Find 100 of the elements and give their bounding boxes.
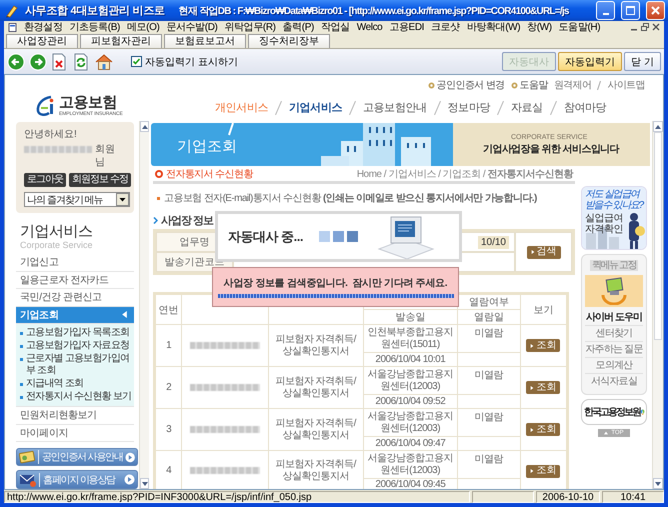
nav-link[interactable]: 기업서비스 [289, 100, 342, 115]
login-button[interactable]: 회원정보 수정 [69, 173, 131, 187]
table-cell: 피보험자 자격취득/상실확인통지서 [268, 408, 363, 450]
table-cell: 서울강남종합고용지원센터(12003) [363, 366, 458, 394]
status-field [472, 491, 534, 503]
utility-link[interactable]: 원격제어 [554, 78, 592, 92]
table-cell: 피보험자 자격취득/상실확인통지서 [268, 366, 363, 408]
view-button[interactable]: 조회 [526, 381, 560, 394]
back-button[interactable] [7, 52, 25, 70]
top-link[interactable]: 도움말 [520, 78, 548, 92]
dot-icon [510, 82, 518, 88]
quick-link[interactable]: 자주하는 질문 [585, 341, 643, 357]
checkbox[interactable] [131, 56, 142, 67]
login-button[interactable]: 로그아웃 [24, 173, 66, 187]
banner-title: 기업조회 [177, 137, 237, 156]
menu-item[interactable]: 작업실 [320, 22, 350, 32]
close-button[interactable] [646, 1, 665, 20]
restore-icon[interactable] [641, 23, 649, 31]
submenu-item[interactable]: 고용보험가입자 자료요청 [26, 340, 130, 352]
section-title: 기업서비스 [20, 223, 94, 240]
triangle-icon [530, 386, 534, 390]
refresh-icon [73, 52, 89, 70]
scroll-up-button[interactable] [653, 121, 663, 132]
quick-link[interactable]: 센터찾기 [585, 325, 643, 341]
table-cell: 서울강남종합고용지원센터(12003) [363, 450, 458, 478]
status-date: 2006-10-10 [536, 491, 600, 503]
redacted-name [24, 146, 92, 153]
search-button[interactable]: 검색 [526, 246, 560, 258]
forward-button[interactable] [29, 52, 47, 70]
ad-banner[interactable]: 저도 실업급여 받을수 있나요? 실업급여 자격확인 [581, 186, 647, 250]
menu-item[interactable]: 위탁업무(R) [224, 22, 276, 32]
triangle-icon [530, 344, 534, 348]
nav-link[interactable]: 참여마당 [564, 100, 606, 115]
menu-item[interactable]: 도움말(H) [558, 22, 600, 32]
table-cell: 1 [154, 324, 182, 366]
top-link[interactable]: 공인인증서 변경 [436, 78, 505, 92]
menu-item[interactable]: 환경설정 [24, 22, 62, 32]
quick-link[interactable]: 모의계산 [585, 357, 643, 373]
minimize-button[interactable] [596, 1, 615, 20]
menu-item[interactable]: 출력(P) [282, 22, 314, 32]
section-subtitle: Corporate Service [20, 240, 94, 250]
bullet-icon [20, 396, 23, 400]
home-button[interactable] [95, 52, 113, 70]
tab[interactable]: 피보험자관리 [80, 34, 162, 48]
sidebar-item[interactable]: 일용근로자 전자카드 [16, 272, 134, 290]
bullet-icon [20, 332, 23, 336]
scrollbar[interactable] [139, 121, 149, 489]
scroll-down-button[interactable] [140, 478, 149, 489]
sidebar-item[interactable]: 기업신고 [16, 254, 134, 272]
view-button[interactable]: 조회 [526, 423, 560, 436]
column-header: 연번 [154, 294, 182, 324]
triangle-icon [530, 250, 534, 254]
scroll-thumb[interactable] [654, 132, 662, 340]
notice-text: 고용보험 전자(E-mail)통지서 수신현황 (인쇄는 이메일로 받으신 통지서에서만 가능합니다.) [164, 192, 537, 205]
scrollbar[interactable] [652, 121, 663, 489]
partner-badge[interactable]: 한국고용정보원 [581, 399, 647, 425]
helper-title: 사이버 도우미 [586, 311, 642, 324]
menu-item[interactable]: 크로샷 [431, 22, 460, 32]
document-x-icon [51, 52, 67, 70]
progress-squares-icon [318, 231, 359, 242]
sidebar-item[interactable]: 기업조회 [16, 306, 134, 324]
menu-item[interactable]: 창(W) [527, 22, 552, 32]
toolbar-button[interactable]: 닫 기 [624, 52, 661, 71]
submenu-item[interactable]: 지급내역 조회 [26, 378, 84, 390]
sidebar-item[interactable]: 마이페이지 [16, 424, 134, 442]
up-arrow-icon [142, 124, 148, 130]
view-button[interactable]: 조회 [526, 339, 560, 352]
scroll-down-button[interactable] [653, 478, 663, 489]
logo-name: 고용보험 [59, 95, 118, 111]
view-button[interactable]: 조회 [526, 464, 560, 478]
menu-item[interactable]: 기초등록(B) [69, 22, 120, 32]
utility-link[interactable]: 사이트맵 [607, 78, 645, 92]
maximize-button[interactable] [621, 1, 640, 20]
submenu-item[interactable]: 근로자별 고용보험가입여부 조회 [26, 353, 132, 378]
close-icon[interactable] [652, 23, 660, 31]
nav-link[interactable]: 정보마당 [448, 100, 490, 115]
nav-link[interactable]: 자료실 [511, 100, 543, 115]
tab[interactable]: 보험료보고서 [164, 34, 246, 48]
menu-item[interactable]: Welco [356, 22, 382, 32]
envelope-icon [19, 472, 37, 487]
table-cell: 2006/10/04 09:52 [363, 394, 458, 408]
tab[interactable]: 징수처리장부 [248, 34, 330, 48]
quick-link[interactable]: 서식자료실 [585, 373, 643, 389]
menu-item[interactable]: 고용EDI [389, 22, 424, 32]
bullet-icon [157, 196, 160, 200]
redacted-name [190, 467, 260, 474]
member-suffix: 회원님 [95, 143, 116, 169]
favorites-dropdown[interactable]: 나의 즐겨찾기 메뉴 [24, 192, 130, 207]
scroll-up-button[interactable] [140, 121, 149, 132]
toolbar-button[interactable]: 자동입력기 [558, 52, 622, 71]
tab[interactable]: 사업장관리 [6, 34, 78, 48]
sidebar-item[interactable]: 민원처리현황보기 [16, 407, 134, 425]
menu-item[interactable]: 문서수발(D) [166, 22, 218, 32]
table-cell: 서울강남종합고용지원센터(12003) [363, 408, 458, 436]
menu-item[interactable]: 바탕확대(W) [466, 22, 520, 32]
menu-item[interactable]: 메모(O) [126, 22, 160, 32]
nav-link[interactable]: 고용보험안내 [363, 100, 427, 115]
submenu-item[interactable]: 고용보험가입자 목록조회 [26, 327, 130, 340]
submenu-item[interactable]: 전자통지서 수신현황 보기 [26, 391, 132, 404]
column-header: 열람일 [458, 310, 520, 324]
